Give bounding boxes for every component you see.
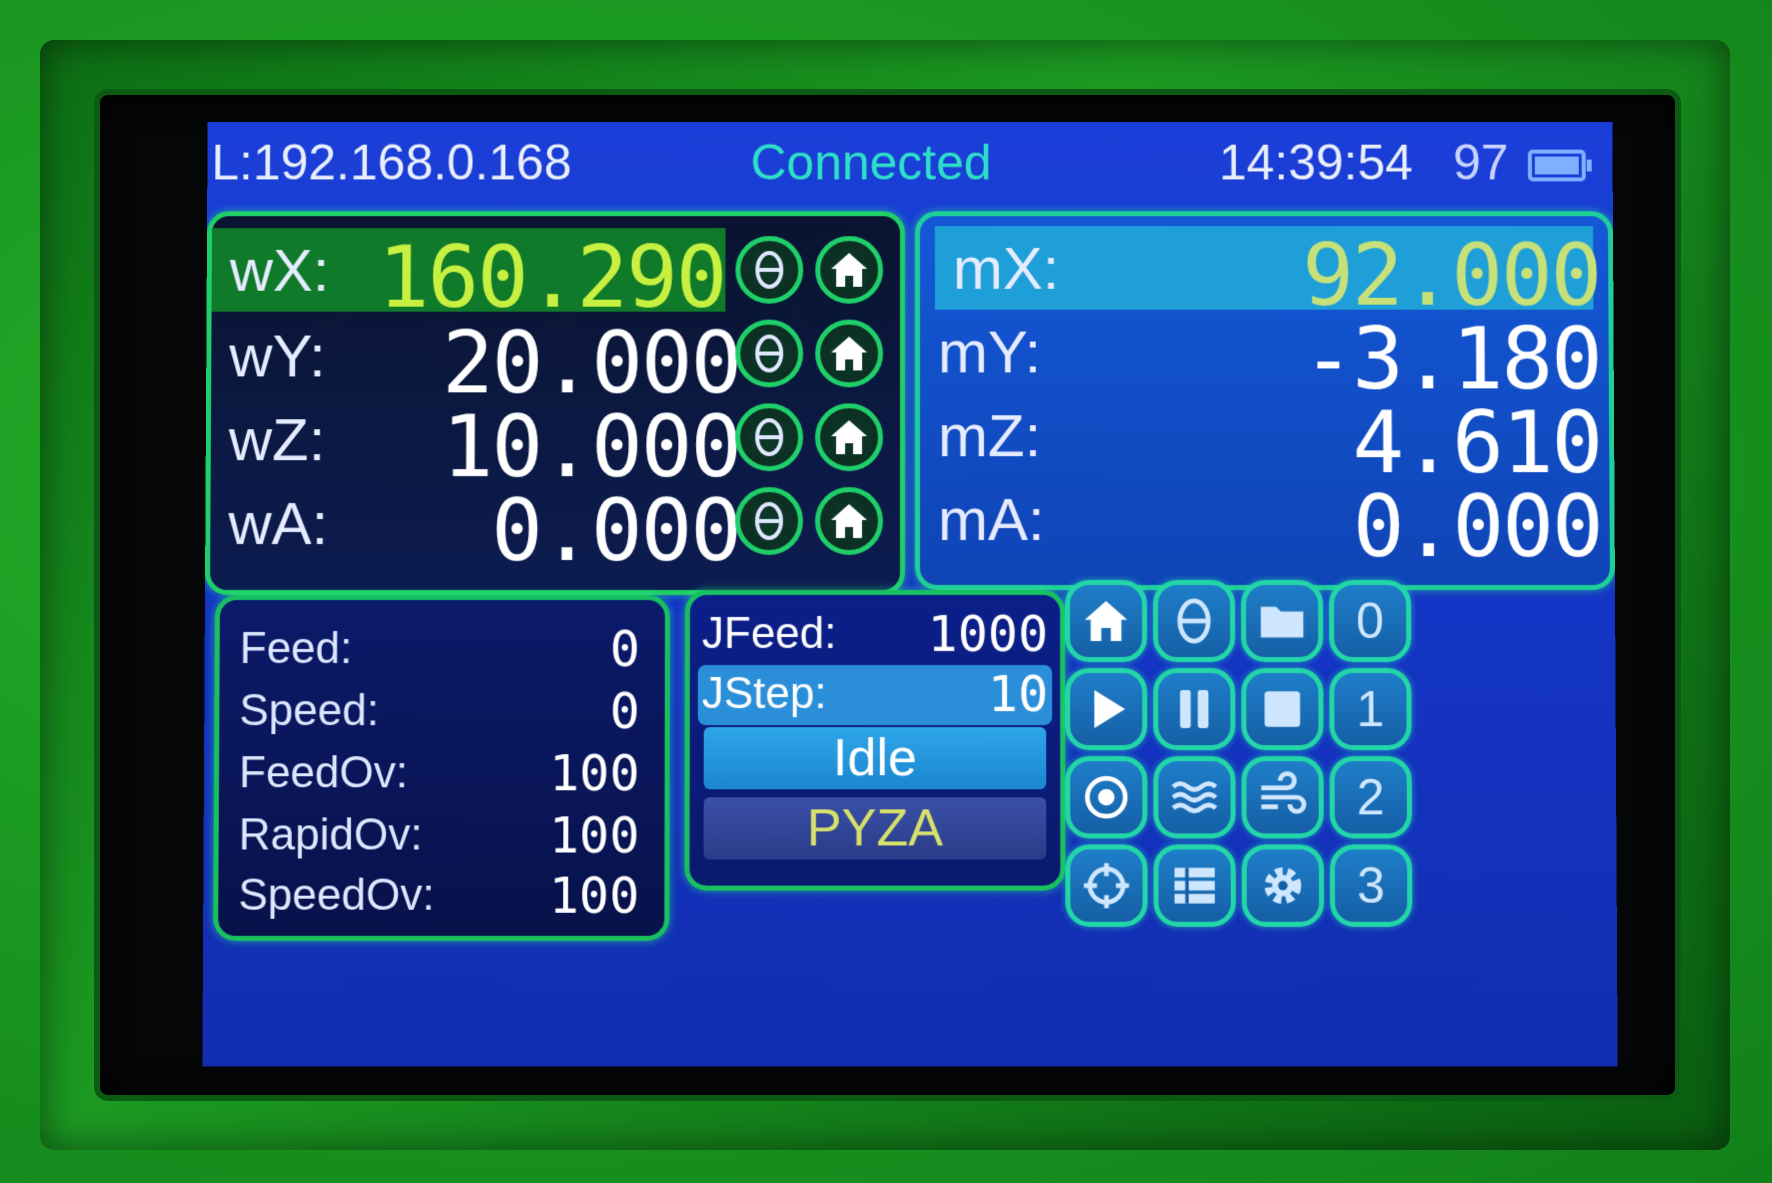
jog-step-label: JStep: — [701, 669, 827, 719]
active-axes-indicator[interactable]: PYZA — [703, 797, 1047, 860]
zero-icon — [747, 332, 791, 376]
axis-label: mY: — [937, 318, 1042, 386]
clock: 14:39:54 — [1218, 134, 1414, 191]
machine-status-panel: Feed: 0 Speed: 0 FeedOv: 100 RapidOv: 10… — [213, 594, 670, 941]
status-value: 100 — [549, 744, 640, 803]
list-icon — [1174, 867, 1215, 904]
control-button-grid: 0 1 2 3 — [1064, 580, 1617, 941]
files-button[interactable] — [1240, 580, 1324, 663]
connection-status: Connected — [750, 134, 992, 191]
machine-axis-row-y[interactable]: mY: -3.180 — [920, 310, 1609, 410]
pause-button[interactable] — [1153, 668, 1236, 751]
pause-icon — [1180, 690, 1209, 729]
zero-x-button[interactable] — [735, 236, 804, 304]
jog-step-row[interactable]: JStep: 10 — [697, 665, 1053, 726]
gear-icon — [1257, 860, 1309, 912]
work-coordinates-panel: wX: 160.290 wY: 20.000 wZ: 10.000 wA: 0.… — [204, 211, 906, 595]
spindle-button[interactable] — [1065, 756, 1148, 839]
coolant-button[interactable] — [1153, 756, 1236, 839]
crosshair-icon — [1080, 860, 1132, 912]
machine-axis-row-x[interactable]: mX: 92.000 — [934, 226, 1601, 326]
folder-icon — [1260, 606, 1304, 638]
home-all-button[interactable] — [1064, 580, 1148, 663]
zero-y-button[interactable] — [735, 319, 804, 388]
status-label: RapidOv: — [238, 810, 423, 860]
status-label: SpeedOv: — [238, 870, 435, 920]
status-bar: L:192.168.0.168 Connected 14:39:54 97 — [207, 122, 1613, 201]
battery-icon — [1527, 149, 1586, 182]
settings-button[interactable] — [1241, 844, 1325, 927]
home-y-button[interactable] — [815, 319, 884, 388]
battery-percent: 97 — [1453, 134, 1509, 191]
stop-icon — [1264, 691, 1301, 727]
zero-z-button[interactable] — [735, 403, 804, 472]
list-button[interactable] — [1153, 844, 1236, 927]
work-axis-row-x[interactable]: wX: 160.290 — [211, 228, 726, 328]
wind-icon — [1256, 771, 1308, 823]
status-value: 0 — [609, 620, 640, 679]
axis-value: 0.000 — [1352, 477, 1602, 578]
digit-0-button[interactable]: 0 — [1328, 580, 1412, 663]
status-row-feed: Feed: 0 — [240, 620, 650, 680]
digit-3-button[interactable]: 3 — [1329, 844, 1413, 927]
machine-coordinates-panel: mX: 92.000 mY: -3.180 mZ: 4.610 mA: 0.00… — [914, 211, 1615, 591]
jog-feed-value: 1000 — [927, 604, 1049, 664]
jog-step-value: 10 — [987, 665, 1049, 724]
status-value: 100 — [548, 806, 640, 865]
status-value: 0 — [609, 682, 640, 741]
home-icon — [831, 504, 868, 539]
axis-label: wY: — [229, 322, 326, 390]
machine-state-badge: Idle — [703, 727, 1047, 790]
cnc-pendant-screen: L:192.168.0.168 Connected 14:39:54 97 wX… — [202, 121, 1618, 1067]
digit-1-button[interactable]: 1 — [1329, 668, 1412, 751]
probe-button[interactable] — [1065, 844, 1148, 927]
machine-axis-row-a[interactable]: mA: 0.000 — [920, 477, 1610, 577]
axis-label: mA: — [937, 486, 1045, 554]
jog-feed-row[interactable]: JFeed: 1000 — [690, 605, 1060, 665]
digit-2-button[interactable]: 2 — [1329, 756, 1412, 839]
zero-a-button[interactable] — [735, 487, 804, 556]
axis-label: wA: — [228, 490, 329, 558]
axis-label: wX: — [229, 237, 330, 304]
machine-axis-row-z[interactable]: mZ: 4.610 — [920, 393, 1609, 493]
jog-feed-label: JFeed: — [701, 608, 837, 659]
status-row-rapidov: RapidOv: 100 — [239, 806, 650, 866]
zero-icon — [1177, 598, 1211, 644]
axis-label: wZ: — [228, 406, 326, 474]
stop-button[interactable] — [1241, 668, 1324, 751]
axis-value: 0.000 — [491, 481, 741, 582]
play-icon — [1094, 690, 1126, 729]
axis-label: mZ: — [937, 402, 1042, 470]
status-row-feedov: FeedOv: 100 — [239, 744, 650, 804]
zero-icon — [755, 502, 784, 541]
home-icon — [831, 252, 868, 287]
spindle-icon — [1080, 771, 1132, 823]
home-icon — [831, 420, 868, 455]
home-icon — [831, 336, 868, 371]
home-x-button[interactable] — [815, 236, 884, 304]
water-icon — [1168, 771, 1220, 823]
status-row-speed: Speed: 0 — [239, 682, 650, 742]
zero-icon — [747, 248, 791, 292]
axis-label: mX: — [952, 235, 1060, 302]
mist-button[interactable] — [1241, 756, 1324, 839]
run-button[interactable] — [1065, 668, 1148, 751]
zero-icon — [747, 415, 791, 459]
zero-all-button[interactable] — [1152, 580, 1236, 663]
status-label: FeedOv: — [238, 748, 409, 798]
home-icon — [1084, 600, 1128, 641]
status-row-speedov: SpeedOv: 100 — [238, 867, 649, 927]
ip-address: L:192.168.0.168 — [211, 134, 572, 191]
home-a-button[interactable] — [815, 487, 884, 556]
home-z-button[interactable] — [815, 403, 884, 472]
status-label: Speed: — [239, 686, 380, 736]
status-value: 100 — [548, 866, 640, 925]
status-label: Feed: — [239, 624, 353, 674]
jog-panel: JFeed: 1000 JStep: 10 Idle PYZA — [684, 590, 1066, 891]
